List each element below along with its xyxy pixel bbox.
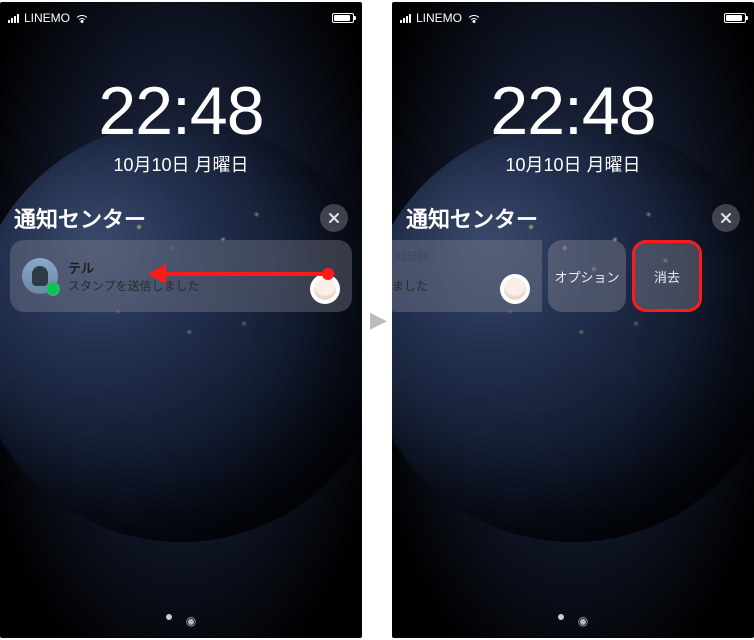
clear-button[interactable]: 消去 [632,240,702,312]
options-label: オプション [554,267,619,286]
notification-row[interactable]: テル スタンプを送信しました 32分前 [10,240,352,312]
notification-center-header: 通知センター [406,202,740,234]
clear-label: 消去 [654,267,680,286]
date-label: 10月10日 月曜日 [392,151,754,177]
notification-time: 32分前 [394,248,428,264]
battery-icon [724,13,746,23]
status-bar: LINEMO [392,8,754,28]
lock-clock: 22:48 10月10日 月曜日 [392,77,754,177]
close-icon [720,212,732,224]
lock-clock: 22:48 10月10日 月曜日 [0,77,362,177]
line-badge-icon [46,282,60,296]
options-button[interactable]: オプション [548,240,626,312]
camera-icon[interactable]: ◉ [578,614,588,628]
sender-avatar [22,258,58,294]
swipe-gesture-arrow [164,272,334,276]
notification-card[interactable]: テル スタンプを送信しました 32分前 [10,240,352,312]
wallpaper-earth [0,122,362,542]
status-bar: LINEMO [0,8,362,28]
notification-center-header: 通知センター [14,202,348,234]
notification-center-title: 通知センター [14,202,146,234]
signal-icon [400,13,411,23]
close-icon [328,212,340,224]
time-label: 22:48 [0,77,362,145]
close-button[interactable] [320,204,348,232]
lockscreen-after: LINEMO 22:48 10月10日 月曜日 通知センター 32分前 ました … [392,2,754,638]
time-label: 22:48 [392,77,754,145]
page-indicator: ◉ [392,614,754,628]
lockscreen-before: LINEMO 22:48 10月10日 月曜日 通知センター テル スタンプを送… [0,2,362,638]
wifi-icon [75,13,89,23]
date-label: 10月10日 月曜日 [0,151,362,177]
wifi-icon [467,13,481,23]
camera-icon[interactable]: ◉ [186,614,196,628]
page-indicator: ◉ [0,614,362,628]
sticker-icon [500,274,530,304]
notification-card-shifted[interactable]: 32分前 ました [392,240,542,312]
carrier-label: LINEMO [24,11,70,25]
signal-icon [8,13,19,23]
notification-time: 32分前 [306,248,340,264]
battery-icon [332,13,354,23]
close-button[interactable] [712,204,740,232]
carrier-label: LINEMO [416,11,462,25]
transition-arrow-icon: ▶ [370,307,384,333]
notification-center-title: 通知センター [406,202,538,234]
notification-body: スタンプを送信しました [68,277,340,294]
notification-row-swiped[interactable]: 32分前 ました オプション 消去 [392,240,744,312]
wallpaper-earth [392,122,754,542]
